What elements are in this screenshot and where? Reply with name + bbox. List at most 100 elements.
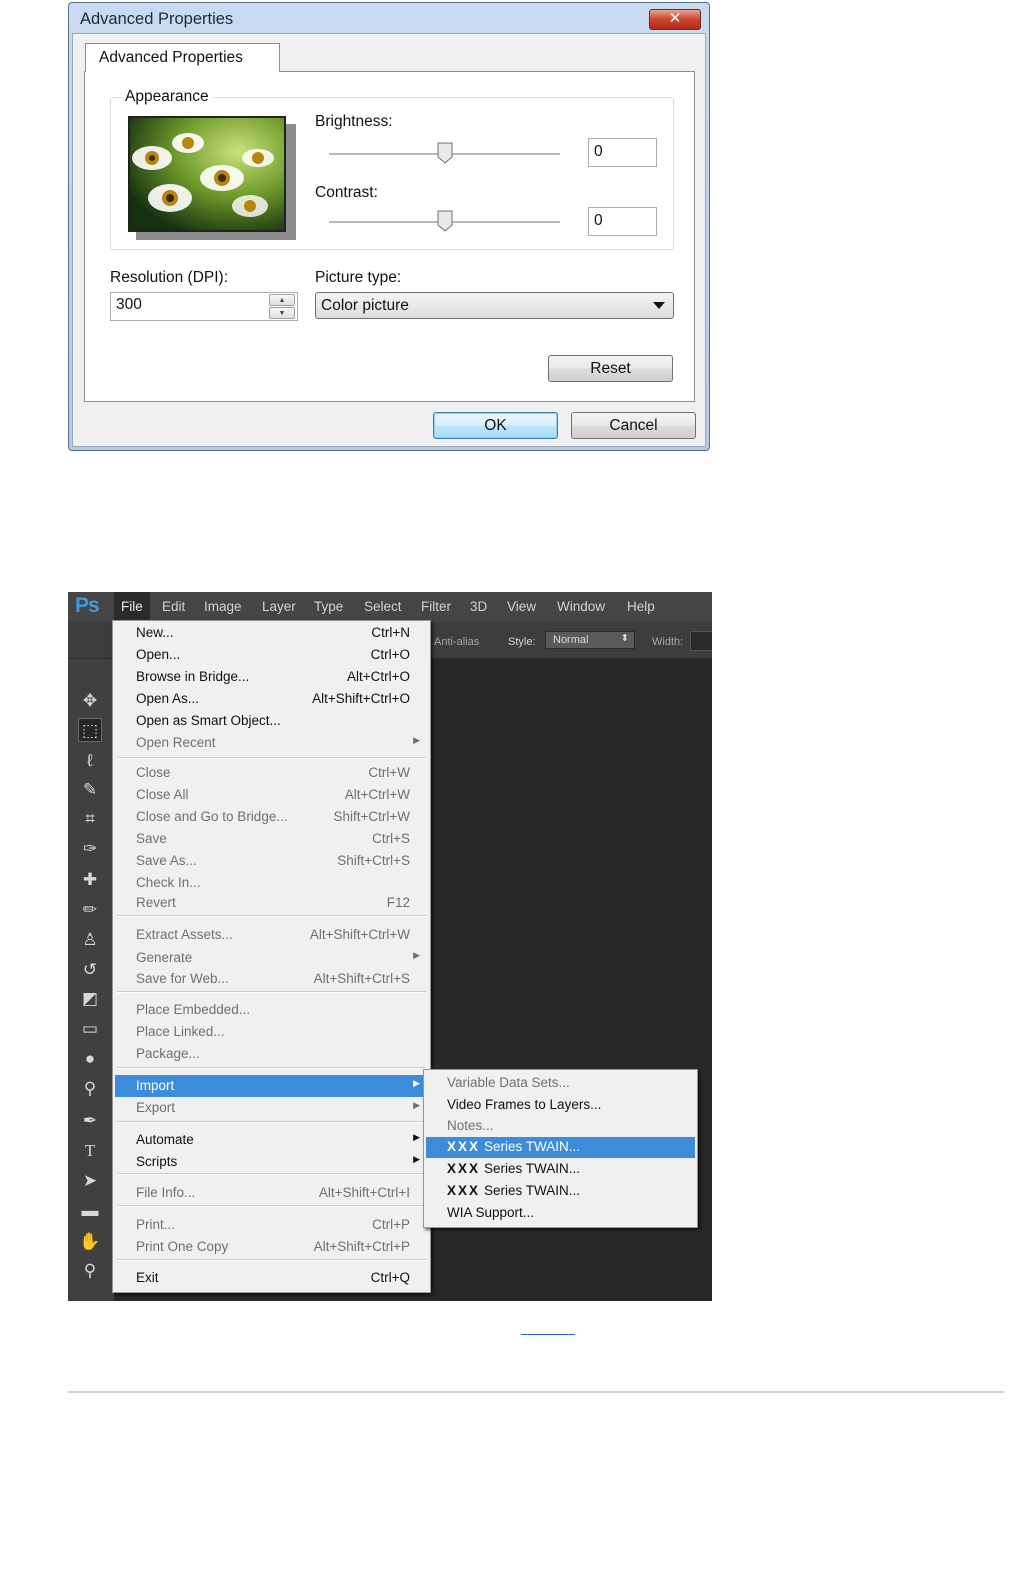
menu-item-label: New... — [136, 625, 174, 640]
menu-window[interactable]: Window — [557, 599, 605, 614]
contrast-value-field[interactable]: 0 — [588, 207, 657, 236]
menu-item-open-recent[interactable]: Open Recent ▶ — [115, 732, 428, 754]
history-brush-tool-icon[interactable]: ↺ — [78, 958, 102, 982]
menu-item-save-as[interactable]: Save As... Shift+Ctrl+S — [115, 850, 428, 872]
device-prefix: XXX — [447, 1139, 481, 1154]
lasso-tool-icon[interactable]: ℓ — [78, 749, 102, 773]
ok-button[interactable]: OK — [433, 412, 558, 439]
menu-item-close-and-go-to-bridge[interactable]: Close and Go to Bridge... Shift+Ctrl+W — [115, 806, 428, 828]
dialog-client-area: Advanced Properties Appearance Brightnes… — [72, 33, 706, 447]
menu-item-open[interactable]: Open... Ctrl+O — [115, 644, 428, 666]
submenu-item-notes[interactable]: Notes... — [426, 1116, 695, 1137]
resolution-field[interactable]: 300 ▲ ▼ — [110, 292, 298, 321]
crop-tool-icon[interactable]: ⌗ — [78, 807, 102, 831]
menu-layer[interactable]: Layer — [262, 599, 296, 614]
menu-item-label: Generate — [136, 950, 193, 965]
menu-select[interactable]: Select — [364, 599, 402, 614]
menu-image[interactable]: Image — [204, 599, 242, 614]
menu-item-label: Revert — [136, 895, 176, 910]
menu-item-browse-in-bridge[interactable]: Browse in Bridge... Alt+Ctrl+O — [115, 666, 428, 688]
menu-item-export[interactable]: Export ▶ — [115, 1097, 428, 1119]
zoom-tool-icon[interactable]: ⚲ — [78, 1259, 102, 1283]
menu-item-exit[interactable]: Exit Ctrl+Q — [115, 1267, 428, 1289]
menu-item-shortcut: Alt+Shift+Ctrl+S — [313, 971, 410, 986]
brightness-slider-thumb[interactable] — [437, 142, 453, 164]
picture-type-select[interactable]: Color picture — [315, 292, 674, 319]
updown-arrow-icon: ⬍ — [620, 633, 629, 644]
menu-item-open-as[interactable]: Open As... Alt+Shift+Ctrl+O — [115, 688, 428, 710]
menu-item-print[interactable]: Print... Ctrl+P — [115, 1214, 428, 1236]
eyedropper-tool-icon[interactable]: ✑ — [78, 837, 102, 861]
menu-type[interactable]: Type — [314, 599, 343, 614]
brush-tool-icon[interactable]: ✏ — [78, 898, 102, 922]
menu-help[interactable]: Help — [627, 599, 655, 614]
menu-separator — [117, 1205, 426, 1207]
menu-item-label: Save As... — [136, 853, 197, 868]
submenu-item-label: Video Frames to Layers... — [447, 1097, 601, 1112]
menu-item-scripts[interactable]: Scripts ▶ — [115, 1151, 428, 1173]
healing-brush-tool-icon[interactable]: ✚ — [78, 868, 102, 892]
spin-down-button[interactable]: ▼ — [269, 307, 295, 319]
menu-item-label: Automate — [136, 1132, 194, 1147]
rectangle-tool-icon[interactable]: ▬ — [78, 1199, 102, 1223]
menu-item-package[interactable]: Package... — [115, 1043, 428, 1065]
menu-file[interactable]: File — [114, 592, 150, 622]
clone-stamp-tool-icon[interactable]: ♙ — [78, 928, 102, 952]
submenu-item-series-twain[interactable]: XXX Series TWAIN... — [426, 1159, 695, 1180]
menu-edit[interactable]: Edit — [162, 599, 185, 614]
file-menu: New... Ctrl+N Open... Ctrl+O Browse in Bridg… — [112, 620, 431, 1293]
cancel-button[interactable]: Cancel — [571, 412, 696, 439]
advanced-properties-dialog: Advanced Properties ✕ Advanced Propertie… — [68, 2, 710, 451]
blur-tool-icon[interactable]: ● — [78, 1047, 102, 1071]
type-tool-icon[interactable]: T — [78, 1139, 102, 1163]
menu-item-extract-assets[interactable]: Extract Assets... Alt+Shift+Ctrl+W — [115, 924, 428, 946]
menu-item-shortcut: Shift+Ctrl+S — [337, 853, 410, 868]
gradient-tool-icon[interactable]: ▭ — [78, 1017, 102, 1041]
menu-item-file-info[interactable]: File Info... Alt+Shift+Ctrl+I — [115, 1182, 428, 1204]
menu-item-generate[interactable]: Generate ▶ — [115, 947, 428, 969]
menu-3d[interactable]: 3D — [470, 599, 487, 614]
dialog-titlebar[interactable]: Advanced Properties ✕ — [69, 3, 709, 33]
menu-item-revert[interactable]: Revert F12 — [115, 892, 428, 914]
menu-item-open-as-smart-object[interactable]: Open as Smart Object... — [115, 710, 428, 732]
reset-button[interactable]: Reset — [548, 355, 673, 382]
submenu-item-video-frames-to-layers[interactable]: Video Frames to Layers... — [426, 1095, 695, 1116]
menu-item-automate[interactable]: Automate ▶ — [115, 1129, 428, 1151]
link[interactable] — [521, 1334, 575, 1335]
submenu-item-wia-support[interactable]: WIA Support... — [426, 1203, 695, 1224]
menu-item-place-linked[interactable]: Place Linked... — [115, 1021, 428, 1043]
menu-view[interactable]: View — [507, 599, 536, 614]
marquee-tool-icon[interactable]: ⬚ — [78, 718, 102, 742]
submenu-item-series-twain[interactable]: XXX Series TWAIN... — [426, 1137, 695, 1158]
submenu-item-label: Variable Data Sets... — [447, 1075, 570, 1090]
pen-tool-icon[interactable]: ✒ — [78, 1109, 102, 1133]
width-field[interactable] — [690, 631, 712, 651]
tab-advanced-properties[interactable]: Advanced Properties — [85, 43, 280, 72]
eraser-tool-icon[interactable]: ◩ — [78, 987, 102, 1011]
menu-item-check-in[interactable]: Check In... — [115, 872, 428, 894]
menu-item-close[interactable]: Close Ctrl+W — [115, 762, 428, 784]
path-selection-tool-icon[interactable]: ➤ — [78, 1169, 102, 1193]
quick-selection-tool-icon[interactable]: ✎ — [78, 778, 102, 802]
menu-item-place-embedded[interactable]: Place Embedded... — [115, 999, 428, 1021]
close-button[interactable]: ✕ — [649, 9, 701, 30]
menu-item-save-for-web[interactable]: Save for Web... Alt+Shift+Ctrl+S — [115, 968, 428, 990]
menu-item-save[interactable]: Save Ctrl+S — [115, 828, 428, 850]
menu-filter[interactable]: Filter — [421, 599, 451, 614]
brightness-value-field[interactable]: 0 — [588, 138, 657, 167]
hand-tool-icon[interactable]: ✋ — [78, 1230, 102, 1254]
menu-item-close-all[interactable]: Close All Alt+Ctrl+W — [115, 784, 428, 806]
submenu-item-variable-data-sets[interactable]: Variable Data Sets... — [426, 1073, 695, 1094]
menu-separator — [117, 1067, 426, 1069]
submenu-item-series-twain[interactable]: XXX Series TWAIN... — [426, 1181, 695, 1202]
menu-item-label: Check In... — [136, 875, 201, 890]
menu-item-import[interactable]: Import ▶ — [115, 1075, 428, 1097]
spin-up-button[interactable]: ▲ — [269, 294, 295, 306]
menu-item-print-one-copy[interactable]: Print One Copy Alt+Shift+Ctrl+P — [115, 1236, 428, 1258]
style-select[interactable]: Normal ⬍ — [545, 631, 635, 649]
dodge-tool-icon[interactable]: ⚲ — [78, 1077, 102, 1101]
move-tool-icon[interactable]: ✥ — [78, 689, 102, 713]
contrast-slider-thumb[interactable] — [437, 210, 453, 232]
antialias-option[interactable]: Anti-alias — [434, 636, 479, 648]
menu-item-new[interactable]: New... Ctrl+N — [115, 622, 428, 644]
